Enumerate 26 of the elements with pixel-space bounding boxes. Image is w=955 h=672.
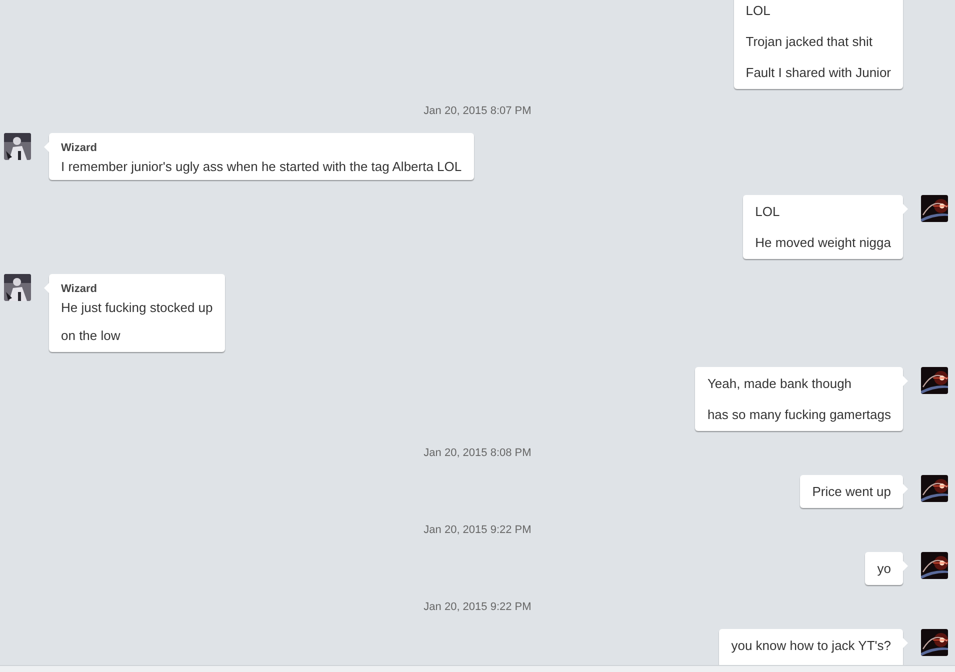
message-text: Fault I shared with Junior — [746, 64, 891, 82]
avatar — [4, 274, 31, 301]
message-text: He moved weight nigga — [755, 234, 891, 252]
message-text: LOL — [755, 203, 781, 221]
avatar — [4, 133, 31, 160]
avatar — [921, 195, 948, 222]
avatar — [921, 629, 948, 656]
message-text: LOL — [746, 2, 772, 20]
message-text: Yeah, made bank though — [707, 375, 853, 393]
message-text: yo — [877, 560, 891, 578]
message-text: Trojan jacked that shit — [746, 33, 874, 51]
avatar — [921, 475, 948, 502]
avatar — [921, 552, 948, 579]
message-text: you know how to jack YT's? — [731, 637, 891, 655]
timestamp: Jan 20, 2015 8:08 PM — [422, 446, 532, 460]
timestamp: Jan 20, 2015 9:22 PM — [422, 600, 532, 614]
message-text: Price went up — [812, 483, 891, 501]
message-text: He just fucking stocked up — [61, 299, 213, 317]
avatar — [921, 367, 948, 394]
message-text: has so many fucking gamertags — [707, 406, 891, 424]
sender-name: Wizard — [61, 141, 98, 155]
message-text: on the low — [61, 327, 122, 345]
sender-name: Wizard — [61, 282, 98, 296]
timestamp: Jan 20, 2015 8:07 PM — [422, 104, 532, 118]
timestamp: Jan 20, 2015 9:22 PM — [422, 523, 532, 537]
message-text: I remember junior's ugly ass when he started with the tag Alberta LOL — [61, 158, 462, 176]
